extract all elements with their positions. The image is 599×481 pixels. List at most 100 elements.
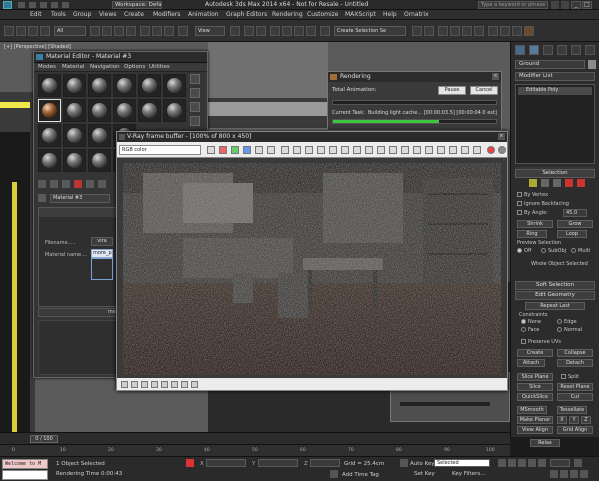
sample-slot[interactable] — [113, 99, 136, 122]
view-align-button[interactable]: View Align — [517, 426, 553, 434]
sample-slot-active[interactable] — [38, 99, 61, 122]
select-link-icon[interactable] — [28, 26, 38, 36]
unlink-icon[interactable] — [40, 26, 50, 36]
rendered-image[interactable] — [123, 163, 501, 375]
soft-selection-rollout[interactable]: Soft Selection — [515, 281, 595, 290]
channel-dropdown[interactable]: RGB color — [119, 145, 201, 155]
sample-slot[interactable] — [163, 74, 186, 97]
percent-snap-icon[interactable] — [294, 26, 304, 36]
sample-slot[interactable] — [88, 74, 111, 97]
detach-button[interactable]: Detach — [557, 359, 593, 367]
move-icon[interactable] — [140, 26, 150, 36]
by-angle-spinner[interactable]: 45.0 — [563, 209, 587, 217]
hierarchy-tab-icon[interactable] — [543, 45, 553, 55]
next-frame-icon[interactable] — [528, 459, 536, 467]
selection-filter-dropdown[interactable]: All — [54, 26, 86, 36]
by-angle-checkbox[interactable]: By Angle: — [517, 210, 548, 216]
selection-rollout[interactable]: Selection — [515, 169, 595, 178]
redo-icon[interactable] — [16, 26, 26, 36]
select-object-icon[interactable] — [90, 26, 100, 36]
add-time-tag-button[interactable]: Add Time Tag — [342, 472, 379, 478]
pan-icon[interactable] — [570, 470, 578, 478]
angle-snap-icon[interactable] — [282, 26, 292, 36]
cut-button[interactable]: Cut — [557, 393, 593, 401]
render-setup-icon[interactable] — [500, 26, 510, 36]
srgb-icon[interactable] — [461, 146, 469, 154]
display-tab-icon[interactable] — [571, 45, 581, 55]
menu-group[interactable]: Group — [73, 11, 91, 18]
sample-type-icon[interactable] — [190, 74, 200, 84]
stop-render-icon[interactable] — [487, 146, 495, 154]
curve-editor-icon[interactable] — [462, 26, 472, 36]
sample-slot[interactable] — [88, 124, 111, 147]
me-menu-material[interactable]: Material — [62, 64, 84, 70]
menu-tools[interactable]: Tools — [51, 11, 66, 18]
sample-slot[interactable] — [138, 99, 161, 122]
undo-icon[interactable] — [4, 26, 14, 36]
sample-slot[interactable] — [63, 124, 86, 147]
track-bar[interactable]: 0 10 20 30 40 50 60 70 80 90 100 — [0, 444, 510, 456]
levels-icon[interactable] — [425, 146, 433, 154]
align-icon[interactable] — [424, 26, 434, 36]
tessellate-button[interactable]: Tessellate — [557, 406, 587, 414]
y-coord-field[interactable] — [258, 459, 298, 467]
collapse-button[interactable]: Collapse — [557, 349, 593, 357]
help-icon[interactable] — [561, 1, 569, 9]
exposure-icon[interactable] — [449, 146, 457, 154]
menu-customize[interactable]: Customize — [307, 11, 339, 18]
backlight-icon[interactable] — [190, 88, 200, 98]
curve-icon[interactable] — [437, 146, 445, 154]
pause-button[interactable]: Pause — [438, 86, 466, 95]
history-icon[interactable] — [121, 381, 128, 388]
graphite-toggle-icon[interactable] — [450, 26, 460, 36]
assign-to-selection-icon[interactable] — [62, 180, 70, 188]
loop-button[interactable]: Loop — [557, 230, 587, 238]
set-key-button[interactable]: Set Key — [414, 471, 435, 477]
reset-plane-button[interactable]: Reset Plane — [557, 383, 593, 391]
sample-slot[interactable] — [63, 99, 86, 122]
green-channel-icon[interactable] — [231, 146, 239, 154]
me-menu-utilities[interactable]: Utilities — [149, 64, 170, 70]
constraint-normal-radio[interactable]: Normal — [557, 327, 582, 333]
repeat-last-button[interactable]: Repeat Last — [525, 302, 585, 310]
alpha-channel-icon[interactable] — [255, 146, 263, 154]
sample-slot[interactable] — [63, 74, 86, 97]
lens-effects-icon[interactable] — [131, 381, 138, 388]
preserve-uvs-checkbox[interactable]: Preserve UVs — [521, 339, 561, 345]
ignore-backfacing-checkbox[interactable]: Ignore Backfacing — [517, 201, 569, 207]
grid-align-button[interactable]: Grid Align — [557, 426, 593, 434]
modify-tab-icon[interactable] — [529, 45, 539, 55]
menu-views[interactable]: Views — [99, 11, 116, 18]
sample-slot[interactable] — [63, 149, 86, 172]
track-mouse-icon[interactable] — [329, 146, 337, 154]
layer-manager-icon[interactable] — [438, 26, 448, 36]
time-slider-thumb[interactable]: 0 / 100 — [30, 435, 58, 443]
save-image-icon[interactable] — [207, 146, 215, 154]
menu-ornatrix[interactable]: Ornatrix — [404, 11, 429, 18]
motion-tab-icon[interactable] — [557, 45, 567, 55]
sample-slot[interactable] — [113, 74, 136, 97]
current-frame-field[interactable] — [550, 459, 570, 467]
make-unique-icon[interactable] — [86, 180, 94, 188]
object-color-swatch[interactable] — [588, 60, 596, 69]
slice-plane-button[interactable]: Slice Plane — [517, 373, 553, 381]
time-config-icon[interactable] — [574, 459, 582, 467]
clear-image-icon[interactable] — [305, 146, 313, 154]
stack-item-editable-poly[interactable]: Editable Poly — [518, 87, 592, 95]
search-input[interactable]: Type a keyword or phrase — [478, 1, 548, 9]
ring-button[interactable]: Ring — [517, 230, 547, 238]
z-coord-field[interactable] — [310, 459, 340, 467]
rendered-frame-window-icon[interactable] — [512, 26, 522, 36]
menu-create[interactable]: Create — [124, 11, 144, 18]
sample-slot[interactable] — [88, 99, 111, 122]
relax-button[interactable]: Relax — [530, 439, 560, 447]
element-mode-icon[interactable] — [577, 179, 585, 187]
quick-access-open-icon[interactable] — [29, 2, 36, 8]
ab-horizontal-icon[interactable] — [161, 381, 168, 388]
history-settings-icon[interactable] — [191, 381, 198, 388]
make-planar-x-button[interactable]: X — [557, 416, 567, 424]
constraint-none-radio[interactable]: None — [521, 319, 541, 325]
edit-geometry-rollout[interactable]: Edit Geometry — [515, 291, 595, 300]
constraint-face-radio[interactable]: Face — [521, 327, 539, 333]
by-vertex-checkbox[interactable]: By Vertex — [517, 192, 548, 198]
